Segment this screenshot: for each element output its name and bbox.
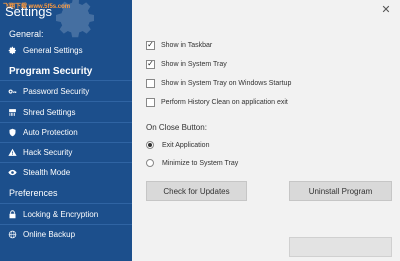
sidebar-item-label: Locking & Encryption <box>23 209 99 219</box>
sidebar-item-general-settings[interactable]: General Settings <box>0 40 132 60</box>
sidebar-item-label: Hack Security <box>23 147 73 157</box>
warning-icon <box>8 148 17 157</box>
section-preferences: Preferences <box>9 188 58 198</box>
check-updates-button[interactable]: Check for Updates <box>146 181 247 201</box>
sidebar-item-label: Online Backup <box>23 229 76 239</box>
globe-icon <box>8 230 17 239</box>
radio-unselected[interactable] <box>146 159 154 167</box>
gear-icon <box>8 46 17 55</box>
section-general: General: <box>9 29 44 39</box>
option-show-in-taskbar[interactable]: ✓ Show in Taskbar <box>146 39 212 51</box>
option-show-in-system-tray[interactable]: ✓ Show in System Tray <box>146 58 227 70</box>
radio-minimize-to-tray[interactable]: Minimize to System Tray <box>146 157 238 169</box>
option-label: Show in System Tray <box>161 60 227 68</box>
lock-icon <box>8 209 17 219</box>
sidebar-item-label: Stealth Mode <box>23 167 71 177</box>
close-button[interactable]: ✕ <box>375 2 397 16</box>
sidebar-item-label: Password Security <box>23 86 90 96</box>
settings-panel: ✕ ✓ Show in Taskbar ✓ Show in System Tra… <box>132 0 400 261</box>
sidebar-item-label: General Settings <box>23 45 83 55</box>
shield-icon <box>8 128 17 137</box>
footer-button[interactable] <box>289 237 392 257</box>
sidebar-item-label: Shred Settings <box>23 107 76 117</box>
shredder-icon <box>8 108 17 117</box>
section-program-security: Program Security <box>9 66 93 77</box>
checkbox-checked[interactable]: ✓ <box>146 40 155 50</box>
sidebar-item-shred-settings[interactable]: Shred Settings <box>0 102 132 122</box>
radio-label: Exit Application <box>162 141 210 149</box>
sidebar-item-online-backup[interactable]: Online Backup <box>0 224 132 244</box>
uninstall-program-button[interactable]: Uninstall Program <box>289 181 392 201</box>
radio-exit-application[interactable]: Exit Application <box>146 139 209 151</box>
checkbox-unchecked[interactable] <box>146 97 155 107</box>
sidebar-item-password-security[interactable]: Password Security <box>0 81 132 101</box>
window-title: Settings <box>5 4 52 19</box>
eye-icon <box>8 168 17 177</box>
option-history-clean-on-exit[interactable]: Perform History Clean on application exi… <box>146 96 288 108</box>
radio-selected[interactable] <box>146 141 154 149</box>
option-label: Show in Taskbar <box>161 41 213 49</box>
sidebar-item-locking-encryption[interactable]: Locking & Encryption <box>0 204 132 224</box>
close-icon: ✕ <box>381 3 391 16</box>
sidebar-item-label: Auto Protection <box>23 127 78 137</box>
sidebar: 飞翔下载 www.5f5s.com Settings General: Gene… <box>0 0 132 261</box>
sidebar-item-auto-protection[interactable]: Auto Protection <box>0 122 132 142</box>
option-label: Show in System Tray on Windows Startup <box>161 79 292 87</box>
on-close-label: On Close Button: <box>146 123 207 132</box>
option-tray-on-startup[interactable]: Show in System Tray on Windows Startup <box>146 77 291 89</box>
sidebar-item-hack-security[interactable]: Hack Security <box>0 142 132 162</box>
option-label: Perform History Clean on application exi… <box>161 98 288 106</box>
checkbox-unchecked[interactable] <box>146 78 155 88</box>
key-icon <box>8 87 17 96</box>
sidebar-item-stealth-mode[interactable]: Stealth Mode <box>0 162 132 182</box>
radio-label: Minimize to System Tray <box>162 159 239 167</box>
checkbox-checked[interactable]: ✓ <box>146 59 155 69</box>
